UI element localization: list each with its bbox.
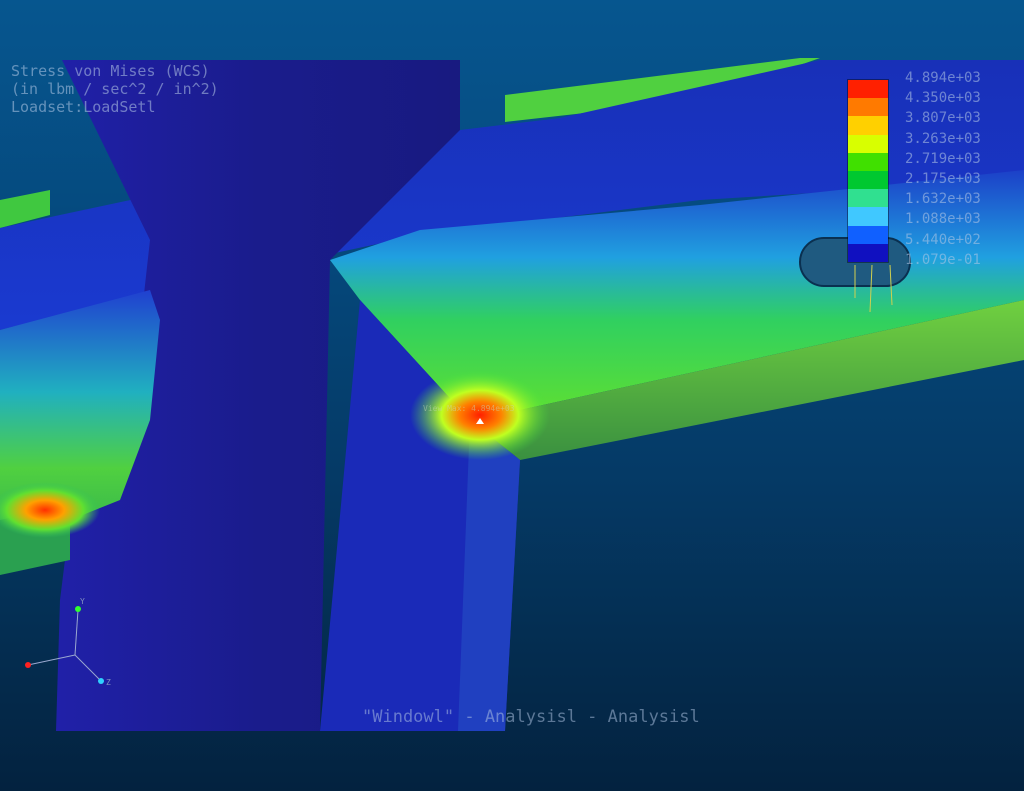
y-axis-label: Y: [80, 597, 85, 606]
legend-label: 2.719e+03: [905, 150, 981, 167]
color-legend: [847, 79, 889, 263]
result-type-label: Stress von Mises (WCS): [11, 62, 210, 80]
legend-label: 1.079e-01: [905, 251, 981, 268]
legend-label: 3.807e+03: [905, 110, 981, 127]
probe-label: View Max: 4.894e+03: [423, 404, 515, 413]
legend-band: [848, 134, 888, 153]
legend-band: [848, 98, 888, 117]
legend-label: 4.894e+03: [905, 70, 981, 86]
legend-band: [848, 189, 888, 208]
loadset-label: Loadset:LoadSetl: [11, 98, 156, 116]
result-info: Stress von Mises (WCS) (in lbm / sec^2 /…: [11, 62, 219, 116]
legend-label: 3.263e+03: [905, 130, 981, 147]
legend-band: [848, 225, 888, 244]
legend-band: [848, 243, 888, 262]
legend-band: [848, 116, 888, 135]
window-label: "Windowl" - Analysisl - Analysisl: [362, 707, 700, 727]
legend-label: 5.440e+02: [905, 231, 981, 248]
hotspot-main: [410, 370, 550, 460]
legend-band: [848, 80, 888, 99]
legend-band: [848, 207, 888, 226]
legend-label: 2.175e+03: [905, 171, 981, 188]
axis-triad: Y Z: [25, 597, 111, 687]
legend-label: 1.632e+03: [905, 191, 981, 208]
legend-labels: 4.894e+03 4.350e+03 3.807e+03 3.263e+03 2.71…: [905, 68, 981, 270]
legend-label: 1.088e+03: [905, 211, 981, 228]
legend-label: 4.350e+03: [905, 90, 981, 107]
legend-band: [848, 170, 888, 190]
3d-viewport[interactable]: Stress von Mises (WCS) (in lbm / sec^2 /…: [0, 0, 1024, 791]
y-axis-icon: [75, 606, 81, 612]
x-axis-icon: [25, 662, 31, 668]
z-axis-icon: [98, 678, 104, 684]
result-units-label: (in lbm / sec^2 / in^2): [11, 80, 219, 98]
legend-band: [848, 152, 888, 171]
z-axis-label: Z: [106, 678, 111, 687]
